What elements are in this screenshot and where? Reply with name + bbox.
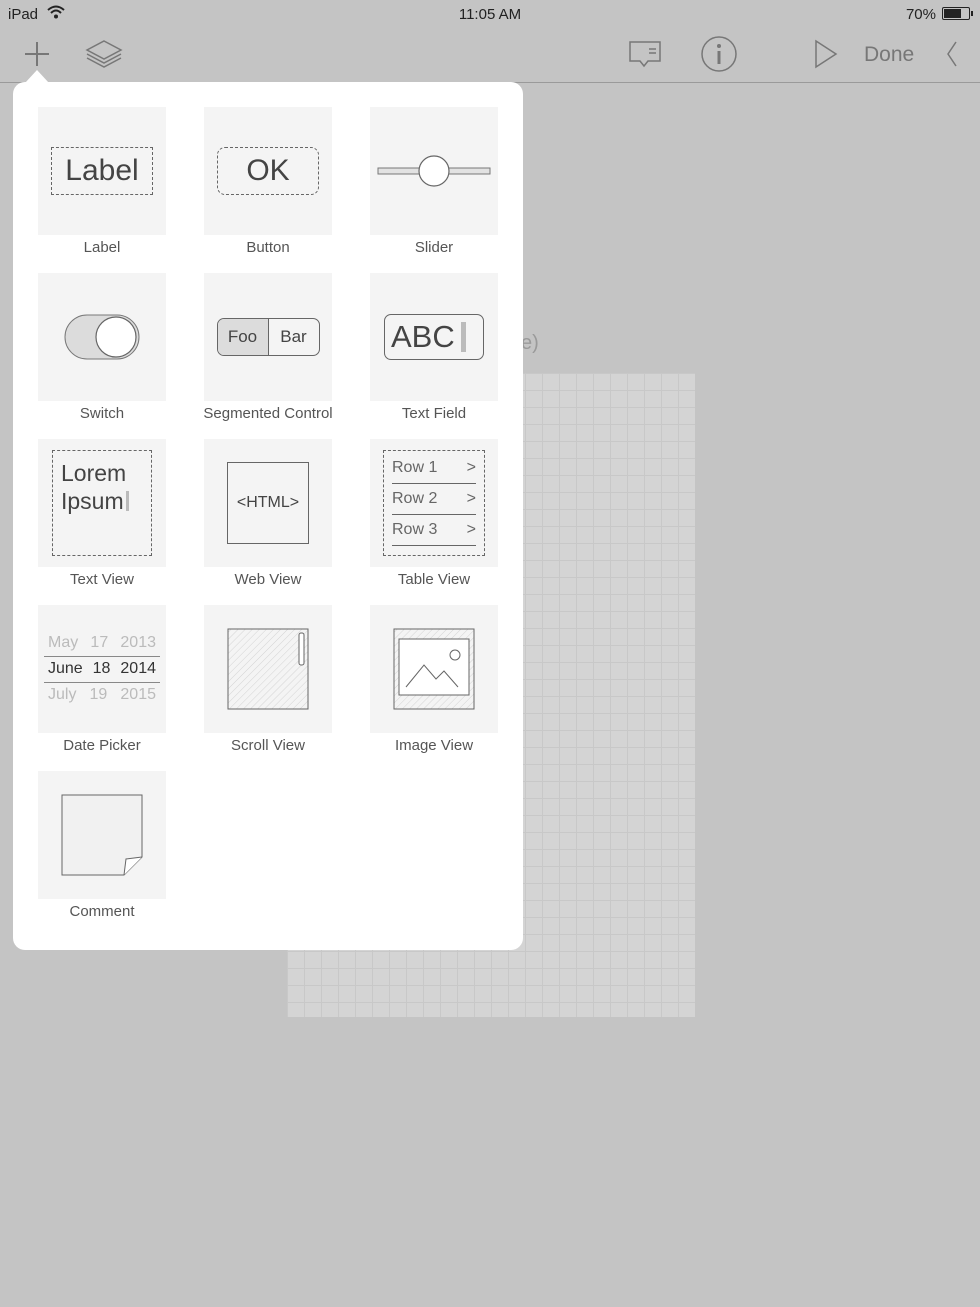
info-button[interactable] bbox=[699, 34, 739, 74]
scroll-view-tile[interactable] bbox=[204, 605, 332, 733]
slider-caption: Slider bbox=[414, 239, 454, 256]
text-field-sample: ABC bbox=[391, 319, 455, 354]
table-row-label: Row 1 bbox=[392, 459, 438, 476]
clock: 11:05 AM bbox=[458, 6, 522, 23]
table-view-tile[interactable]: Row 1 > Row 2 > Row 3 > bbox=[370, 439, 498, 567]
date-row: July 19 2015 bbox=[44, 683, 160, 708]
done-button[interactable]: Done bbox=[864, 43, 914, 67]
layers-button[interactable] bbox=[84, 37, 124, 71]
date-year: 2013 bbox=[120, 634, 156, 651]
button-caption: Button bbox=[246, 239, 290, 256]
battery-percent: 70% bbox=[905, 6, 936, 23]
comment-note-icon bbox=[61, 794, 143, 876]
switch-preview-icon bbox=[64, 314, 140, 360]
scroll-view-preview-icon bbox=[227, 628, 309, 710]
segment-foo: Foo bbox=[217, 319, 269, 355]
date-picker-tile[interactable]: May 17 2013 June 18 2014 July 19 2015 bbox=[38, 605, 166, 733]
back-button[interactable] bbox=[940, 39, 964, 69]
date-year: 2015 bbox=[120, 686, 156, 703]
text-view-line: Lorem bbox=[61, 460, 127, 486]
web-view-tile[interactable]: <HTML> bbox=[204, 439, 332, 567]
status-bar: iPad 11:05 AM 70% bbox=[0, 0, 980, 28]
image-view-caption: Image View bbox=[394, 737, 474, 754]
segmented-control-tile[interactable]: Foo Bar bbox=[204, 273, 332, 401]
info-icon bbox=[701, 36, 737, 72]
canvas-title-fragment: e) bbox=[521, 332, 539, 354]
label-tile[interactable]: Label bbox=[38, 107, 166, 235]
image-view-preview-icon bbox=[393, 628, 475, 710]
layers-icon bbox=[85, 40, 123, 68]
caret-icon bbox=[460, 322, 466, 352]
date-month: July bbox=[48, 686, 77, 703]
play-icon bbox=[815, 39, 838, 69]
date-year: 2014 bbox=[120, 660, 156, 677]
text-view-preview: Lorem Ipsum bbox=[52, 450, 152, 556]
date-day: 19 bbox=[89, 686, 108, 703]
date-row-selected: June 18 2014 bbox=[44, 655, 160, 683]
play-button[interactable] bbox=[810, 37, 840, 71]
table-view-preview: Row 1 > Row 2 > Row 3 > bbox=[383, 450, 485, 556]
chevron-right-icon: > bbox=[466, 521, 476, 538]
slider-tile[interactable] bbox=[370, 107, 498, 235]
chevron-right-icon: > bbox=[466, 459, 476, 476]
date-month: May bbox=[48, 634, 79, 651]
label-preview: Label bbox=[51, 147, 153, 195]
date-month: June bbox=[48, 660, 83, 677]
segment-bar: Bar bbox=[280, 327, 307, 346]
battery-icon bbox=[942, 7, 973, 20]
plus-icon bbox=[25, 42, 49, 66]
add-button[interactable] bbox=[20, 37, 54, 71]
date-day: 17 bbox=[90, 634, 109, 651]
scroll-view-caption: Scroll View bbox=[231, 737, 305, 754]
date-picker-preview: May 17 2013 June 18 2014 July 19 2015 bbox=[44, 631, 160, 708]
table-row: Row 3 > bbox=[392, 515, 476, 546]
date-row: May 17 2013 bbox=[44, 631, 160, 656]
web-view-preview: <HTML> bbox=[227, 462, 309, 544]
toolbar: Done bbox=[0, 28, 980, 83]
switch-caption: Switch bbox=[79, 405, 125, 422]
text-view-caption: Text View bbox=[70, 571, 134, 588]
date-day: 18 bbox=[92, 660, 111, 677]
table-view-caption: Table View bbox=[397, 571, 471, 588]
comment-bubble-icon bbox=[629, 41, 661, 68]
table-row-label: Row 2 bbox=[392, 490, 438, 507]
date-picker-caption: Date Picker bbox=[63, 737, 141, 754]
button-tile[interactable]: OK bbox=[204, 107, 332, 235]
table-row: Row 2 > bbox=[392, 484, 476, 515]
comment-tile[interactable] bbox=[38, 771, 166, 899]
segmented-control-caption: Segmented Control bbox=[203, 405, 333, 422]
table-row: Row 1 > bbox=[392, 453, 476, 484]
text-field-tile[interactable]: ABC bbox=[370, 273, 498, 401]
text-field-preview: ABC bbox=[384, 314, 484, 360]
text-view-line: Ipsum bbox=[61, 488, 124, 514]
image-view-tile[interactable] bbox=[370, 605, 498, 733]
chevron-right-icon: > bbox=[466, 490, 476, 507]
slider-preview-icon bbox=[377, 155, 491, 187]
web-view-caption: Web View bbox=[234, 571, 302, 588]
chevron-left-icon bbox=[947, 41, 957, 67]
text-view-tile[interactable]: Lorem Ipsum bbox=[38, 439, 166, 567]
caret-icon bbox=[125, 491, 129, 511]
button-preview: OK bbox=[217, 147, 319, 195]
label-caption: Label bbox=[83, 239, 121, 256]
text-field-caption: Text Field bbox=[401, 405, 467, 422]
comment-caption: Comment bbox=[69, 903, 135, 920]
segmented-preview: Foo Bar bbox=[216, 318, 320, 356]
object-library-popover: Label Label OK Button Slider Switch Foo … bbox=[13, 82, 523, 950]
switch-tile[interactable] bbox=[38, 273, 166, 401]
table-row-label: Row 3 bbox=[392, 521, 438, 538]
comment-button[interactable] bbox=[626, 37, 664, 71]
